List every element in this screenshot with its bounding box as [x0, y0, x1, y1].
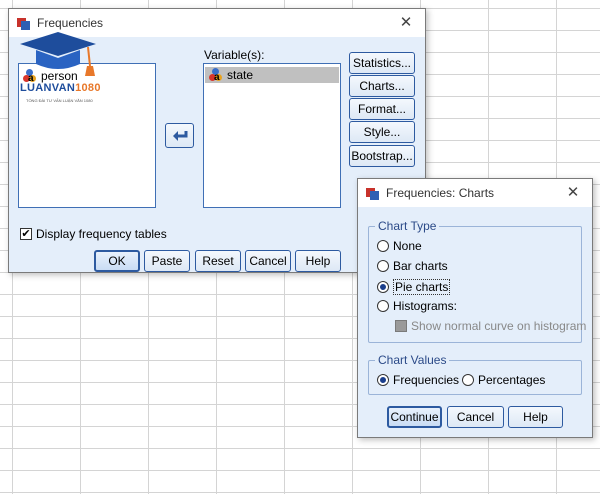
frequencies-title: Frequencies	[37, 16, 104, 30]
chart-type-label: Chart Type	[375, 219, 440, 233]
luanvan1080-logo: LUANVAN1080 TỔNG ĐÀI TƯ VẤN LUẬN VĂN 108…	[18, 30, 113, 103]
histograms-label: Histograms:	[393, 299, 458, 313]
nominal-variable-icon: a	[209, 68, 223, 83]
bar-charts-radio[interactable]: Bar charts	[377, 259, 448, 273]
checkbox-checked-icon: ✔	[20, 228, 32, 240]
style-button[interactable]: Style...	[349, 121, 415, 143]
cancel-button[interactable]: Cancel	[245, 250, 291, 272]
ok-button[interactable]: OK	[94, 250, 140, 272]
display-frequency-tables-checkbox[interactable]: ✔ Display frequency tables	[20, 227, 167, 241]
radio-icon	[377, 300, 389, 312]
spss-app-icon	[366, 186, 380, 200]
none-label: None	[393, 239, 422, 253]
charts-body: Chart Type None Bar charts Pie charts Hi…	[358, 207, 592, 437]
frequencies-radio[interactable]: Frequencies	[377, 373, 459, 387]
bootstrap-button[interactable]: Bootstrap...	[349, 145, 415, 167]
close-icon[interactable]: ✕	[564, 184, 582, 202]
radio-selected-icon	[377, 281, 389, 293]
move-variable-button[interactable]	[165, 123, 194, 148]
help-button[interactable]: Help	[508, 406, 563, 428]
percentages-label: Percentages	[478, 373, 546, 387]
continue-button[interactable]: Continue	[387, 406, 442, 428]
normal-curve-checkbox[interactable]: Show normal curve on histogram	[395, 319, 586, 333]
paste-button[interactable]: Paste	[144, 250, 190, 272]
format-button[interactable]: Format...	[349, 98, 415, 120]
variable-name: state	[227, 68, 254, 82]
close-icon[interactable]: ✕	[397, 14, 415, 32]
charts-dialog: Frequencies: Charts ✕ Chart Type None Ba…	[357, 178, 593, 438]
reset-button[interactable]: Reset	[195, 250, 241, 272]
frequencies-label: Frequencies	[393, 373, 460, 387]
brand-tagline: TỔNG ĐÀI TƯ VẤN LUẬN VĂN 1080	[26, 98, 93, 103]
checkbox-disabled-icon	[395, 320, 407, 332]
none-radio[interactable]: None	[377, 239, 422, 253]
graduation-cap-icon	[20, 32, 96, 76]
chart-values-group: Chart Values Frequencies Percentages	[368, 353, 582, 395]
radio-icon	[377, 240, 389, 252]
list-item[interactable]: a state	[205, 67, 339, 83]
spss-app-icon	[17, 16, 31, 30]
radio-selected-icon	[377, 374, 389, 386]
arrow-left-icon	[172, 130, 187, 141]
radio-icon	[377, 260, 389, 272]
charts-button[interactable]: Charts...	[349, 75, 415, 97]
histograms-radio[interactable]: Histograms:	[377, 299, 457, 313]
chart-type-group: Chart Type None Bar charts Pie charts Hi…	[368, 219, 586, 343]
help-button[interactable]: Help	[295, 250, 341, 272]
brand-text: LUANVAN1080	[20, 82, 101, 94]
percentages-radio[interactable]: Percentages	[462, 373, 545, 387]
display-tables-label: Display frequency tables	[36, 227, 167, 241]
charts-title: Frequencies: Charts	[386, 186, 495, 200]
normal-curve-label: Show normal curve on histogram	[411, 319, 587, 333]
charts-titlebar: Frequencies: Charts ✕	[358, 179, 592, 207]
bar-charts-label: Bar charts	[393, 259, 448, 273]
selected-variable-list[interactable]: a state	[203, 63, 341, 208]
radio-icon	[462, 374, 474, 386]
pie-charts-radio[interactable]: Pie charts	[377, 279, 451, 295]
variables-label: Variable(s):	[204, 48, 265, 62]
cancel-button[interactable]: Cancel	[447, 406, 504, 428]
statistics-button[interactable]: Statistics...	[349, 52, 415, 74]
chart-values-label: Chart Values	[375, 353, 450, 367]
pie-charts-label: Pie charts	[393, 279, 451, 295]
